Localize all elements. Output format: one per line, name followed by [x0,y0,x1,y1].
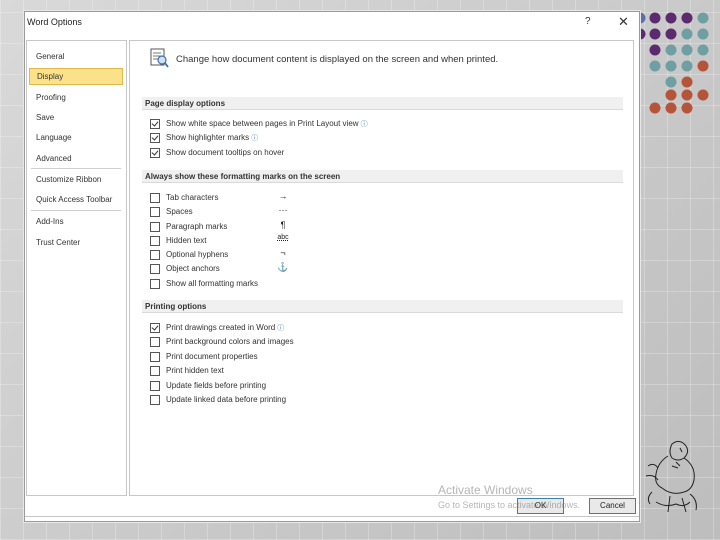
option-label: Print background colors and images [166,337,294,346]
nav-item-language[interactable]: Language [29,129,123,146]
checkbox[interactable] [150,207,160,217]
checkbox[interactable] [150,279,160,289]
word-options-dialog: Word Options ? ✕ General Display Proofin… [24,11,640,522]
close-button[interactable]: ✕ [618,14,629,30]
activate-windows-watermark-subtitle: Go to Settings to activate Windows. [438,500,581,510]
nav-divider [31,168,121,169]
panel-description: Change how document content is displayed… [176,54,499,65]
info-icon: ⓘ [360,121,368,128]
cancel-button[interactable]: Cancel [589,498,636,514]
option-optional-hyphens[interactable]: Optional hyphens ¬ [150,248,450,261]
activate-windows-watermark-title: Activate Windows [438,483,533,497]
option-label: Tab characters [166,193,219,202]
checkbox[interactable] [150,236,160,246]
sketch-illustration [645,440,697,513]
anchor-icon: ⚓ [277,262,289,272]
nav-item-save[interactable]: Save [29,109,123,126]
option-print-drawings[interactable]: Print drawings created in Word ⓘ [150,322,450,334]
checkbox[interactable] [150,193,160,203]
option-update-fields[interactable]: Update fields before printing [150,380,450,392]
checkbox-checked[interactable] [150,148,160,158]
checkbox-checked[interactable] [150,119,160,129]
option-label: Update linked data before printing [166,395,287,404]
dialog-title: Word Options [27,17,82,27]
nav-item-quick-access-toolbar[interactable]: Quick Access Toolbar [29,191,123,208]
display-settings-panel: Change how document content is displayed… [129,40,634,496]
checkbox-checked[interactable] [150,323,160,333]
checkbox[interactable] [150,222,160,232]
space-mark-icon: ··· [278,205,288,215]
option-show-white-space[interactable]: Show white space between pages in Print … [150,118,450,130]
option-label: Print hidden text [166,366,224,375]
option-label: Show white space between pages in Print … [166,119,368,128]
option-label: Print drawings created in Word ⓘ [166,323,285,332]
options-nav: General Display Proofing Save Language A… [26,40,127,496]
checkbox[interactable] [150,395,160,405]
section-page-display-options: Page display options [142,97,623,110]
optional-hyphen-mark-icon: ¬ [280,248,286,258]
info-icon: ⓘ [251,135,259,142]
option-print-background-colors[interactable]: Print background colors and images [150,336,450,348]
option-spaces[interactable]: Spaces ··· [150,205,450,218]
option-paragraph-marks[interactable]: Paragraph marks ¶ [150,220,450,233]
nav-item-advanced[interactable]: Advanced [29,150,123,167]
nav-item-customize-ribbon[interactable]: Customize Ribbon [29,171,123,188]
option-label: Object anchors [166,264,220,273]
checkbox[interactable] [150,352,160,362]
checkbox[interactable] [150,264,160,274]
tab-mark-icon: → [278,191,288,201]
option-hidden-text[interactable]: Hidden text abc [150,234,450,247]
option-label: Spaces [166,207,193,216]
section-printing-options: Printing options [142,300,623,313]
nav-item-trust-center[interactable]: Trust Center [29,234,123,251]
option-label: Show all formatting marks [166,279,259,288]
dialog-bottom-border [25,516,639,517]
option-show-all-formatting-marks[interactable]: Show all formatting marks [150,278,450,290]
option-label: Show highlighter marks ⓘ [166,133,259,142]
nav-item-add-ins[interactable]: Add-Ins [29,213,123,230]
option-show-highlighter-marks[interactable]: Show highlighter marks ⓘ [150,132,450,144]
option-update-linked-data[interactable]: Update linked data before printing [150,394,450,406]
hidden-text-mark-icon: abc [277,234,289,241]
checkbox-checked[interactable] [150,133,160,143]
paragraph-mark-icon: ¶ [280,220,286,230]
help-button[interactable]: ? [585,16,591,27]
option-label: Hidden text [166,236,207,245]
nav-item-proofing[interactable]: Proofing [29,89,123,106]
option-label: Paragraph marks [166,222,228,231]
title-bar: Word Options ? ✕ [25,12,639,40]
checkbox[interactable] [150,366,160,376]
option-label: Print document properties [166,352,258,361]
nav-item-display[interactable]: Display [29,68,123,85]
checkbox[interactable] [150,337,160,347]
nav-divider [31,210,121,211]
info-icon: ⓘ [277,325,285,332]
section-formatting-marks: Always show these formatting marks on th… [142,170,623,183]
option-label: Update fields before printing [166,381,267,390]
option-tab-characters[interactable]: Tab characters → [150,191,450,204]
option-print-hidden-text[interactable]: Print hidden text [150,365,450,377]
nav-item-general[interactable]: General [29,48,123,65]
option-label: Optional hyphens [166,250,229,259]
option-print-document-properties[interactable]: Print document properties [150,351,450,363]
display-settings-icon [150,48,169,68]
option-show-document-tooltips[interactable]: Show document tooltips on hover [150,147,450,159]
checkbox[interactable] [150,250,160,260]
option-label: Show document tooltips on hover [166,148,285,157]
checkbox[interactable] [150,381,160,391]
option-object-anchors[interactable]: Object anchors ⚓ [150,262,450,275]
